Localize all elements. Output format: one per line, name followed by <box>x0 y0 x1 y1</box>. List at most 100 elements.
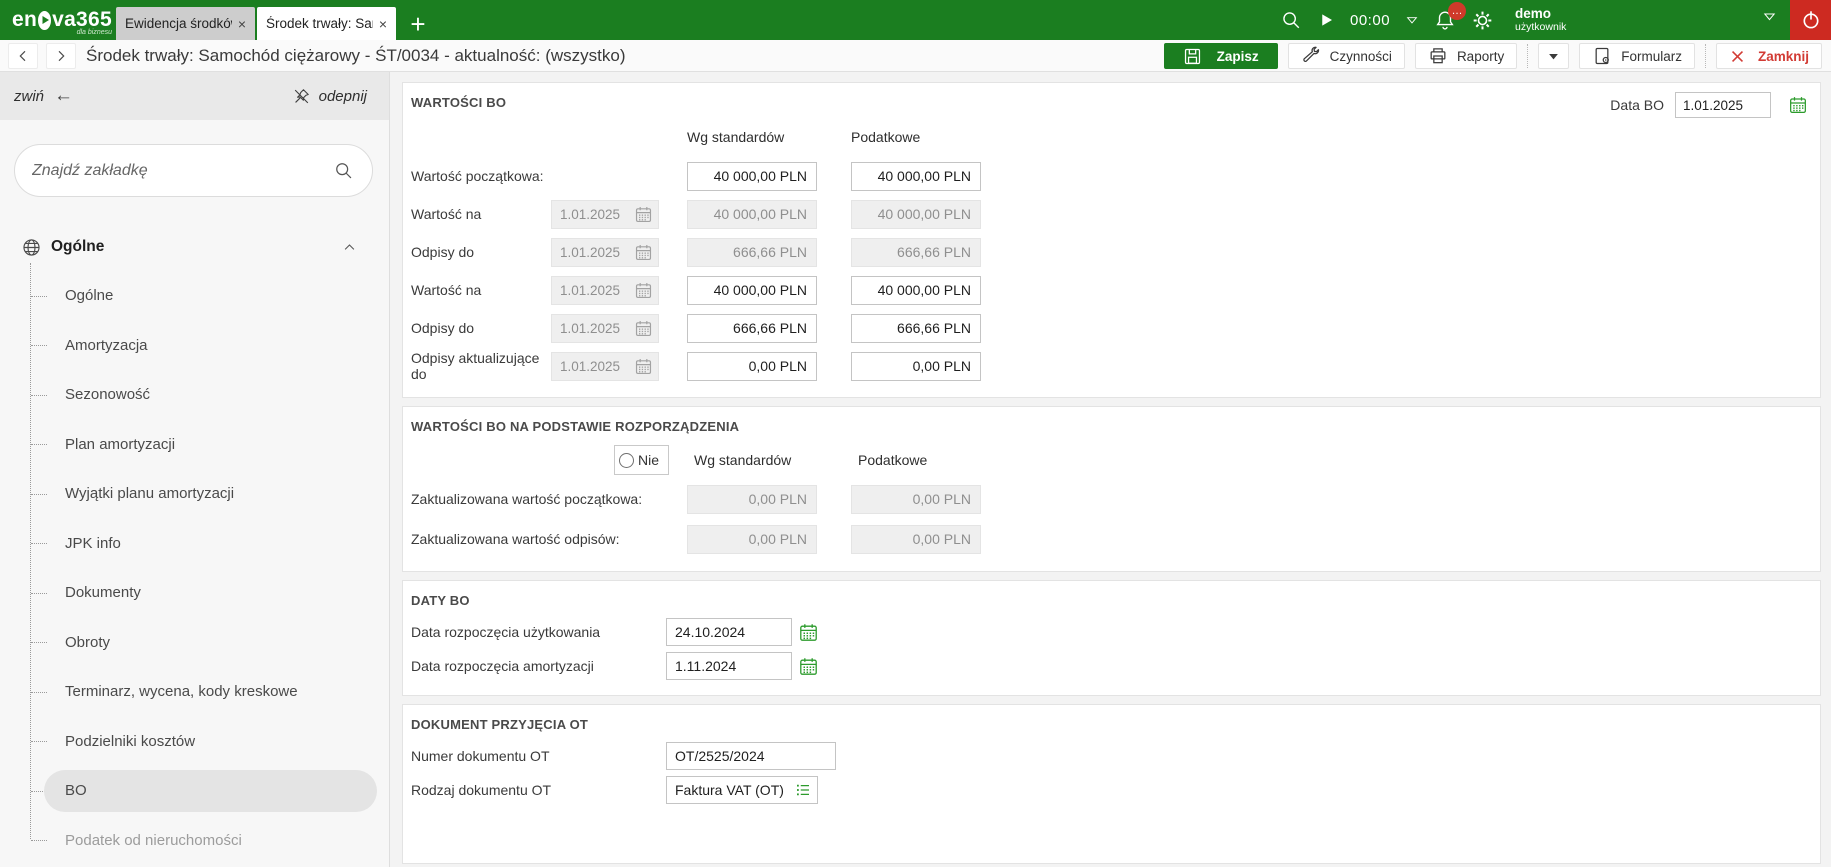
radio-nie[interactable]: Nie <box>614 445 670 475</box>
section-title: DATY BO <box>411 593 470 608</box>
zaktualizowana-poczatkowa-tax-value <box>851 484 981 514</box>
odpisy-aktualizujace-tax-input[interactable] <box>851 351 981 381</box>
unpin-button[interactable]: odepnij <box>292 87 367 106</box>
settings-gear-icon[interactable] <box>1471 9 1494 32</box>
form-content: WARTOŚCI BO Data BO Wg standardów Podatk… <box>390 72 1831 867</box>
arrow-left-icon: ← <box>54 85 74 106</box>
close-tab-icon[interactable]: × <box>379 17 387 31</box>
sidebar-item-plan-amortyzacji[interactable]: Plan amortyzacji <box>0 420 389 470</box>
user-name: demo <box>1515 5 1552 21</box>
chevron-up-icon[interactable] <box>342 240 357 255</box>
play-icon[interactable] <box>1317 11 1335 29</box>
data-bo-input[interactable] <box>1675 92 1771 118</box>
list-icon[interactable] <box>794 781 812 799</box>
wartosc-poczatkowa-tax-input[interactable] <box>851 161 981 191</box>
data-rozpoczecia-uzytkowania-input[interactable] <box>666 618 792 646</box>
new-tab-button[interactable]: + <box>398 7 438 40</box>
selected-highlight <box>44 770 377 812</box>
sidebar-item-bo[interactable]: BO <box>0 766 389 816</box>
form-row: Wartość na <box>411 195 1806 233</box>
sidebar-item-ogolne[interactable]: Ogólne <box>0 271 389 321</box>
logout-power-button[interactable] <box>1790 0 1831 40</box>
timer-chevron-icon[interactable] <box>1405 13 1419 27</box>
sidebar-item-sezonowosc[interactable]: Sezonowość <box>0 370 389 420</box>
odpisy-aktualizujace-std-input[interactable] <box>687 351 817 381</box>
sidebar-item-amortyzacja[interactable]: Amortyzacja <box>0 321 389 371</box>
data-rozpoczecia-amortyzacji-input[interactable] <box>666 652 792 680</box>
logo-tagline: dla biznesu <box>76 29 112 36</box>
notifications-bell-icon[interactable]: … <box>1434 2 1467 31</box>
sidebar-item-wyjatki-planu[interactable]: Wyjątki planu amortyzacji <box>0 469 389 519</box>
form-icon <box>1592 46 1612 66</box>
form-row: Data rozpoczęcia amortyzacji <box>411 649 1806 683</box>
close-x-icon <box>1729 48 1746 65</box>
section-dokument-ot: DOKUMENT PRZYJĘCIA OT Numer dokumentu OT… <box>402 704 1821 864</box>
collapse-sidebar-button[interactable]: zwiń ← <box>14 85 73 107</box>
form-row: Wartość początkowa: <box>411 157 1806 195</box>
sidebar-item-jpk-info[interactable]: JPK info <box>0 519 389 569</box>
odpisy-aktualizujace-date-input <box>560 358 624 374</box>
sidebar-item-obroty[interactable]: Obroty <box>0 618 389 668</box>
wartosc-na-bo-date-input <box>560 282 624 298</box>
tab-ewidencja-srodkow[interactable]: Ewidencja środków tr... × <box>116 7 255 40</box>
form-row: Numer dokumentu OT <box>411 739 1806 773</box>
search-icon <box>333 160 354 181</box>
calendar-icon <box>634 281 653 300</box>
close-tab-icon[interactable]: × <box>238 17 246 31</box>
column-header-standardy: Wg standardów <box>687 129 785 145</box>
date-field <box>551 313 659 343</box>
rodzaj-dokumentu-ot-select[interactable] <box>666 776 818 804</box>
sidebar-item-podzielniki[interactable]: Podzielniki kosztów <box>0 717 389 767</box>
wartosc-poczatkowa-std-input[interactable] <box>687 161 817 191</box>
save-floppy-icon <box>1183 47 1202 66</box>
odpisy-do-bo-tax-input[interactable] <box>851 313 981 343</box>
numer-dokumentu-ot-input[interactable] <box>666 742 836 770</box>
reports-dropdown-button[interactable] <box>1538 43 1570 69</box>
form-row: Odpisy do <box>411 309 1806 347</box>
odpisy-do-bo-date-input <box>560 320 624 336</box>
titlebar: Środek trwały: Samochód ciężarowy - ŚT/0… <box>0 40 1831 72</box>
calendar-icon[interactable] <box>798 656 819 677</box>
tab-srodek-trwaly[interactable]: Środek trwały: Sam... × <box>257 7 396 40</box>
zaktualizowana-odpisy-std-value <box>687 524 817 554</box>
search-icon[interactable] <box>1280 9 1302 31</box>
section-wartosci-bo: WARTOŚCI BO Data BO Wg standardów Podatk… <box>402 82 1821 398</box>
toolbar-separator <box>1527 44 1529 68</box>
section-title: DOKUMENT PRZYJĘCIA OT <box>411 717 589 732</box>
sidebar-item-dokumenty[interactable]: Dokumenty <box>0 568 389 618</box>
section-title: WARTOŚCI BO NA PODSTAWIE ROZPORZĄDZENIA <box>411 419 740 434</box>
rodzaj-dokumentu-ot-value <box>675 782 794 798</box>
column-header-podatkowe: Podatkowe <box>858 452 928 468</box>
wartosc-na-bo-tax-input[interactable] <box>851 275 981 305</box>
sidebar-item-podatek-od-nieruchomosci[interactable]: Podatek od nieruchomości <box>0 816 389 866</box>
wartosc-na-bo-std-input[interactable] <box>687 275 817 305</box>
odpisy-do-bo-std-input[interactable] <box>687 313 817 343</box>
data-bo-field: Data BO <box>1610 92 1808 118</box>
back-button[interactable] <box>8 42 38 69</box>
wrench-icon <box>1301 46 1321 66</box>
form-row: Wartość na <box>411 271 1806 309</box>
column-header-podatkowe: Podatkowe <box>851 129 921 145</box>
sidebar-item-terminarz[interactable]: Terminarz, wycena, kody kreskowe <box>0 667 389 717</box>
tree-root-ogolne[interactable]: Ogólne <box>0 223 389 271</box>
close-button[interactable]: Zamknij <box>1715 43 1822 69</box>
zaktualizowana-poczatkowa-std-value <box>687 484 817 514</box>
calendar-icon[interactable] <box>1788 95 1808 115</box>
notification-badge: … <box>1448 2 1467 20</box>
radio-icon <box>619 452 634 468</box>
toolbar: Zapisz Czynności Raporty Formularz Zamkn… <box>1154 43 1822 69</box>
actions-button[interactable]: Czynności <box>1287 43 1405 69</box>
calendar-icon <box>634 357 653 376</box>
chevron-down-icon[interactable] <box>1762 9 1777 24</box>
search-tab-input[interactable] <box>32 161 333 180</box>
save-button[interactable]: Zapisz <box>1163 43 1278 69</box>
calendar-icon[interactable] <box>798 622 819 643</box>
forward-button[interactable] <box>46 42 76 69</box>
user-menu[interactable]: demo użytkownik <box>1515 5 1567 33</box>
reports-button[interactable]: Raporty <box>1414 43 1518 69</box>
form-button[interactable]: Formularz <box>1579 43 1695 69</box>
calendar-icon <box>634 205 653 224</box>
form-row: Odpisy do <box>411 233 1806 271</box>
calendar-icon <box>634 243 653 262</box>
user-role: użytkownik <box>1515 20 1567 33</box>
